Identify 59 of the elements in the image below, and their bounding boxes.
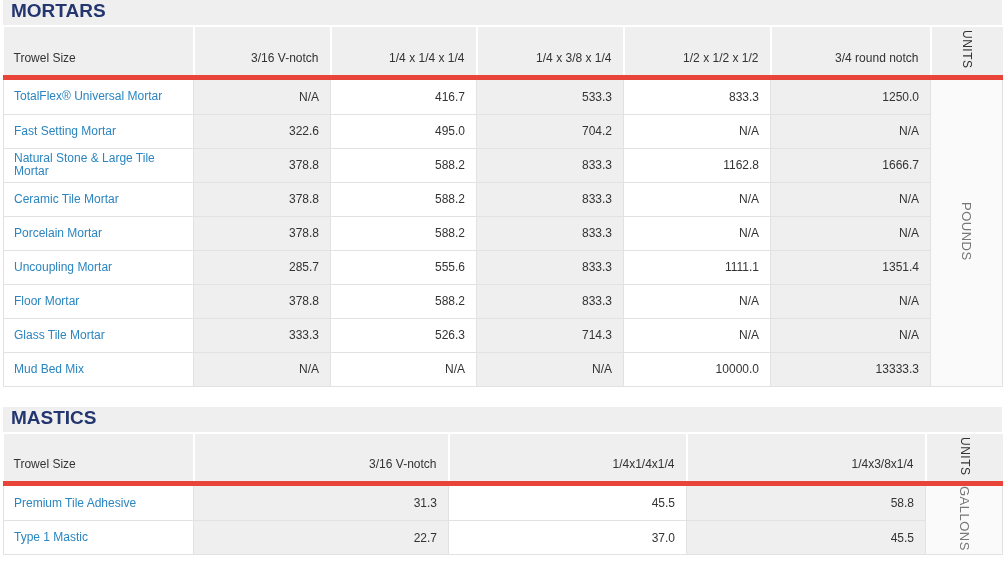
table-cell: N/A [770,318,931,352]
column-header: Trowel Size [3,27,194,77]
column-header: 1/2 x 1/2 x 1/2 [623,27,771,77]
table-cell: 588.2 [330,216,477,250]
table-cell: N/A [330,352,477,386]
table-cell: N/A [476,352,624,386]
table-cell: N/A [770,182,931,216]
table-cell: N/A [770,216,931,250]
table-cell: 588.2 [330,284,477,318]
table-cell: 555.6 [330,250,477,284]
table-cell: 495.0 [330,114,477,148]
table-cell: 45.5 [686,520,926,555]
table-cell: 833.3 [476,182,624,216]
table-cell: N/A [623,216,771,250]
table-cell: 833.3 [476,284,624,318]
table-cell: N/A [770,114,931,148]
section-title: MASTICS [3,406,1002,434]
column-header: 3/4 round notch [770,27,931,77]
column-header: UNITS [930,27,1003,77]
table-cell: 285.7 [193,250,331,284]
table-cell: 378.8 [193,284,331,318]
table-cell: N/A [623,284,771,318]
table-cell: 704.2 [476,114,624,148]
table-cell: 588.2 [330,182,477,216]
table-cell: 1111.1 [623,250,771,284]
table-cell: N/A [193,352,331,386]
column-header: 1/4x1/4x1/4 [448,433,687,484]
table-cell: 833.3 [476,148,624,182]
table-cell: 588.2 [330,148,477,182]
units-cell: POUNDS [930,77,1003,386]
table-cell: 1351.4 [770,250,931,284]
table-cell: 333.3 [193,318,331,352]
column-header: 1/4x3/8x1/4 [686,433,926,484]
table-cell: 1666.7 [770,148,931,182]
table-cell: 526.3 [330,318,477,352]
table-cell: N/A [623,114,771,148]
table-cell: 22.7 [193,520,449,555]
table-cell: N/A [623,182,771,216]
column-header: UNITS [925,433,1003,484]
units-cell: GALLONS [925,483,1003,555]
column-header: Trowel Size [3,433,194,484]
column-header: 1/4 x 3/8 x 1/4 [476,27,624,77]
table-cell: N/A [770,284,931,318]
table-cell: 378.8 [193,182,331,216]
table-cell: 378.8 [193,148,331,182]
table-cell: 1162.8 [623,148,771,182]
column-header: 3/16 V-notch [193,27,331,77]
column-header: 3/16 V-notch [193,433,449,484]
table-cell: 37.0 [448,520,687,555]
table-cell: 322.6 [193,114,331,148]
column-header: 1/4 x 1/4 x 1/4 [330,27,477,77]
table-cell: 378.8 [193,216,331,250]
table-cell: 714.3 [476,318,624,352]
table-cell: 833.3 [476,216,624,250]
table-cell: N/A [623,318,771,352]
table-cell: 833.3 [476,250,624,284]
section-title: MORTARS [3,0,1002,27]
table-cell: 10000.0 [623,352,771,386]
table-cell: 13333.3 [770,352,931,386]
